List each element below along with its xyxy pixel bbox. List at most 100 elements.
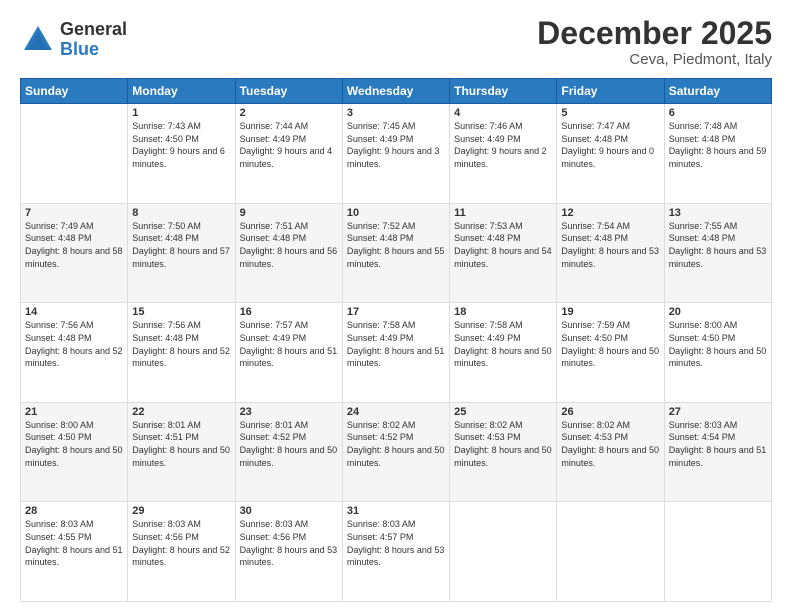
cell-info: Sunrise: 7:58 AMSunset: 4:49 PMDaylight:… [454, 320, 552, 368]
calendar-cell: 20 Sunrise: 8:00 AMSunset: 4:50 PMDayligh… [664, 303, 771, 403]
logo-blue: Blue [60, 40, 127, 60]
cell-info: Sunrise: 8:01 AMSunset: 4:51 PMDaylight:… [132, 420, 230, 468]
cell-info: Sunrise: 7:47 AMSunset: 4:48 PMDaylight:… [561, 121, 654, 169]
day-number: 22 [132, 406, 230, 418]
calendar-week-row: 14 Sunrise: 7:56 AMSunset: 4:48 PMDayligh… [21, 303, 772, 403]
calendar-cell: 3Sunrise: 7:45 AMSunset: 4:49 PMDaylight… [342, 104, 449, 204]
calendar-cell: 19Sunrise: 7:59 AMSunset: 4:50 PMDayligh… [557, 303, 664, 403]
day-number: 9 [240, 207, 338, 219]
calendar-cell [664, 502, 771, 602]
day-number: 25 [454, 406, 552, 418]
calendar-cell: 8 Sunrise: 7:50 AMSunset: 4:48 PMDaylight… [128, 203, 235, 303]
calendar-cell: 7 Sunrise: 7:49 AMSunset: 4:48 PMDaylight… [21, 203, 128, 303]
calendar-cell: 30 Sunrise: 8:03 AMSunset: 4:56 PMDayligh… [235, 502, 342, 602]
calendar-cell: 24 Sunrise: 8:02 AMSunset: 4:52 PMDayligh… [342, 402, 449, 502]
day-header: Sunday [21, 79, 128, 104]
cell-info: Sunrise: 8:02 AMSunset: 4:53 PMDaylight:… [454, 420, 552, 468]
cell-info: Sunrise: 7:44 AMSunset: 4:49 PMDaylight:… [240, 121, 333, 169]
day-number: 27 [669, 406, 767, 418]
day-number: 13 [669, 207, 767, 219]
calendar-cell: 14 Sunrise: 7:56 AMSunset: 4:48 PMDayligh… [21, 303, 128, 403]
calendar-cell [21, 104, 128, 204]
calendar-cell: 1Sunrise: 7:43 AMSunset: 4:50 PMDaylight… [128, 104, 235, 204]
cell-info: Sunrise: 7:49 AMSunset: 4:48 PMDaylight:… [25, 221, 123, 269]
day-header: Thursday [450, 79, 557, 104]
day-number: 1 [132, 107, 230, 119]
day-number: 17 [347, 306, 445, 318]
cell-info: Sunrise: 7:57 AMSunset: 4:49 PMDaylight:… [240, 320, 338, 368]
day-number: 29 [132, 505, 230, 517]
cell-info: Sunrise: 7:51 AMSunset: 4:48 PMDaylight:… [240, 221, 338, 269]
calendar: SundayMondayTuesdayWednesdayThursdayFrid… [20, 78, 772, 602]
calendar-cell: 4 Sunrise: 7:46 AMSunset: 4:49 PMDaylight… [450, 104, 557, 204]
title-block: December 2025 Ceva, Piedmont, Italy [537, 16, 772, 68]
day-number: 14 [25, 306, 123, 318]
calendar-week-row: 1Sunrise: 7:43 AMSunset: 4:50 PMDaylight… [21, 104, 772, 204]
cell-info: Sunrise: 8:03 AMSunset: 4:55 PMDaylight:… [25, 519, 123, 567]
page: General Blue December 2025 Ceva, Piedmon… [0, 0, 792, 612]
cell-info: Sunrise: 8:03 AMSunset: 4:54 PMDaylight:… [669, 420, 767, 468]
calendar-cell: 28 Sunrise: 8:03 AMSunset: 4:55 PMDayligh… [21, 502, 128, 602]
day-number: 10 [347, 207, 445, 219]
day-number: 24 [347, 406, 445, 418]
cell-info: Sunrise: 7:46 AMSunset: 4:49 PMDaylight:… [454, 121, 547, 169]
day-number: 21 [25, 406, 123, 418]
calendar-cell: 31Sunrise: 8:03 AMSunset: 4:57 PMDayligh… [342, 502, 449, 602]
cell-info: Sunrise: 7:53 AMSunset: 4:48 PMDaylight:… [454, 221, 552, 269]
cell-info: Sunrise: 7:45 AMSunset: 4:49 PMDaylight:… [347, 121, 440, 169]
cell-info: Sunrise: 7:55 AMSunset: 4:48 PMDaylight:… [669, 221, 767, 269]
day-number: 4 [454, 107, 552, 119]
calendar-cell: 18 Sunrise: 7:58 AMSunset: 4:49 PMDayligh… [450, 303, 557, 403]
calendar-week-row: 28 Sunrise: 8:03 AMSunset: 4:55 PMDayligh… [21, 502, 772, 602]
header: General Blue December 2025 Ceva, Piedmon… [20, 16, 772, 68]
calendar-cell: 26 Sunrise: 8:02 AMSunset: 4:53 PMDayligh… [557, 402, 664, 502]
calendar-week-row: 7 Sunrise: 7:49 AMSunset: 4:48 PMDaylight… [21, 203, 772, 303]
day-header: Friday [557, 79, 664, 104]
day-number: 19 [561, 306, 659, 318]
cell-info: Sunrise: 8:03 AMSunset: 4:56 PMDaylight:… [240, 519, 338, 567]
logo-text: General Blue [60, 20, 127, 60]
day-number: 12 [561, 207, 659, 219]
calendar-cell: 6 Sunrise: 7:48 AMSunset: 4:48 PMDaylight… [664, 104, 771, 204]
cell-info: Sunrise: 8:00 AMSunset: 4:50 PMDaylight:… [669, 320, 767, 368]
calendar-cell: 17 Sunrise: 7:58 AMSunset: 4:49 PMDayligh… [342, 303, 449, 403]
day-number: 23 [240, 406, 338, 418]
day-number: 28 [25, 505, 123, 517]
calendar-week-row: 21Sunrise: 8:00 AMSunset: 4:50 PMDayligh… [21, 402, 772, 502]
calendar-cell: 15Sunrise: 7:56 AMSunset: 4:48 PMDayligh… [128, 303, 235, 403]
day-number: 7 [25, 207, 123, 219]
cell-info: Sunrise: 7:58 AMSunset: 4:49 PMDaylight:… [347, 320, 445, 368]
calendar-cell: 12Sunrise: 7:54 AMSunset: 4:48 PMDayligh… [557, 203, 664, 303]
day-header: Wednesday [342, 79, 449, 104]
cell-info: Sunrise: 8:02 AMSunset: 4:52 PMDaylight:… [347, 420, 445, 468]
day-header-row: SundayMondayTuesdayWednesdayThursdayFrid… [21, 79, 772, 104]
cell-info: Sunrise: 7:50 AMSunset: 4:48 PMDaylight:… [132, 221, 230, 269]
cell-info: Sunrise: 8:03 AMSunset: 4:57 PMDaylight:… [347, 519, 445, 567]
day-header: Saturday [664, 79, 771, 104]
calendar-cell: 22 Sunrise: 8:01 AMSunset: 4:51 PMDayligh… [128, 402, 235, 502]
day-number: 20 [669, 306, 767, 318]
calendar-cell: 16 Sunrise: 7:57 AMSunset: 4:49 PMDayligh… [235, 303, 342, 403]
calendar-cell: 29 Sunrise: 8:03 AMSunset: 4:56 PMDayligh… [128, 502, 235, 602]
cell-info: Sunrise: 8:02 AMSunset: 4:53 PMDaylight:… [561, 420, 659, 468]
cell-info: Sunrise: 8:01 AMSunset: 4:52 PMDaylight:… [240, 420, 338, 468]
calendar-cell: 9 Sunrise: 7:51 AMSunset: 4:48 PMDaylight… [235, 203, 342, 303]
calendar-cell: 27 Sunrise: 8:03 AMSunset: 4:54 PMDayligh… [664, 402, 771, 502]
day-number: 16 [240, 306, 338, 318]
calendar-cell: 5 Sunrise: 7:47 AMSunset: 4:48 PMDaylight… [557, 104, 664, 204]
day-number: 30 [240, 505, 338, 517]
calendar-cell: 25 Sunrise: 8:02 AMSunset: 4:53 PMDayligh… [450, 402, 557, 502]
day-header: Monday [128, 79, 235, 104]
day-number: 6 [669, 107, 767, 119]
day-number: 5 [561, 107, 659, 119]
month-title: December 2025 [537, 16, 772, 51]
day-number: 26 [561, 406, 659, 418]
day-number: 8 [132, 207, 230, 219]
day-number: 18 [454, 306, 552, 318]
cell-info: Sunrise: 8:03 AMSunset: 4:56 PMDaylight:… [132, 519, 230, 567]
calendar-cell [450, 502, 557, 602]
calendar-cell: 21Sunrise: 8:00 AMSunset: 4:50 PMDayligh… [21, 402, 128, 502]
cell-info: Sunrise: 7:56 AMSunset: 4:48 PMDaylight:… [25, 320, 123, 368]
cell-info: Sunrise: 7:48 AMSunset: 4:48 PMDaylight:… [669, 121, 767, 169]
logo-general: General [60, 20, 127, 40]
